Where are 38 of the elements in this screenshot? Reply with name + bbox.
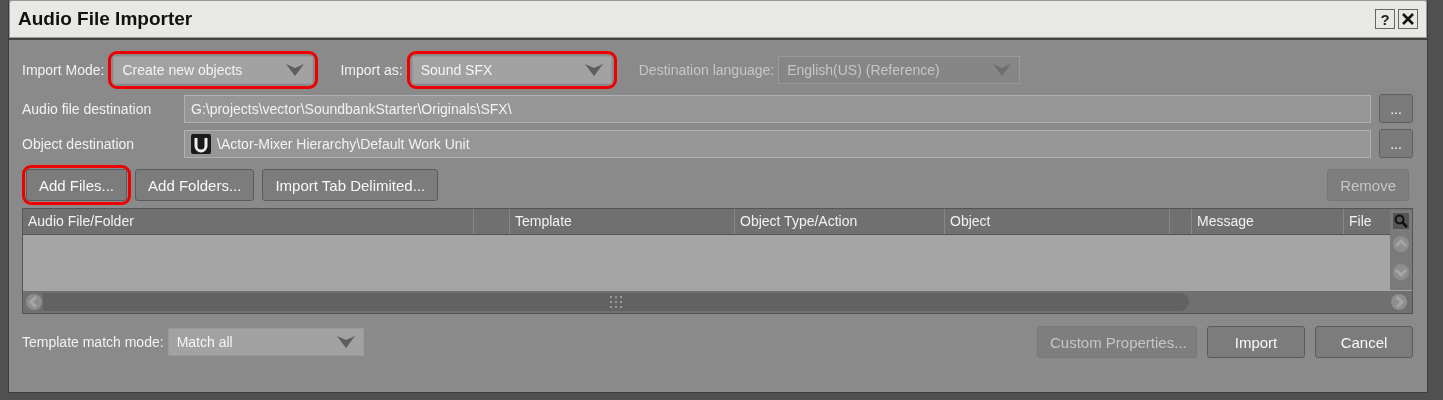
dialog-button[interactable]: Cancel xyxy=(1315,326,1413,358)
close-button[interactable] xyxy=(1398,9,1418,29)
scroll-left-icon[interactable] xyxy=(25,293,43,311)
toolbar-button[interactable]: Add Folders... xyxy=(135,169,255,201)
import-as-label: Import as: xyxy=(340,62,403,78)
destination-label: Object destination xyxy=(22,135,136,152)
column-header[interactable]: Object Type/Action xyxy=(734,209,944,234)
scrollbar-thumb[interactable] xyxy=(43,293,1189,311)
caret-icon xyxy=(993,64,1012,76)
scroll-down-icon[interactable] xyxy=(1392,263,1410,281)
import-mode-dropdown[interactable]: Create new objects xyxy=(113,56,314,84)
help-button[interactable]: ? xyxy=(1375,9,1395,29)
window-title: Audio File Importer xyxy=(18,8,194,30)
browse-button[interactable]: ... xyxy=(1379,129,1413,158)
toolbar-button[interactable]: Add Files... xyxy=(26,169,128,201)
caret-icon xyxy=(286,64,305,76)
column-header[interactable]: Template xyxy=(509,209,734,234)
column-header[interactable]: Object xyxy=(944,209,1169,234)
template-match-dropdown[interactable]: Match all xyxy=(167,328,364,356)
column-header[interactable]: Message xyxy=(1191,209,1343,234)
destination-label: Audio file destination xyxy=(22,100,153,117)
grip-icon xyxy=(610,296,622,308)
toolbar-button[interactable]: Import Tab Delimited... xyxy=(262,169,439,201)
scroll-up-icon[interactable] xyxy=(1392,235,1410,253)
import-mode-label: Import Mode: xyxy=(22,62,105,78)
destination-language-label: Destination language: xyxy=(638,62,775,78)
scroll-right-icon[interactable] xyxy=(1390,293,1408,311)
browse-button[interactable]: ... xyxy=(1379,94,1413,123)
template-match-label: Template match mode: xyxy=(22,334,164,350)
destination-field[interactable]: \Actor-Mixer Hierarchy\Default Work Unit xyxy=(184,129,1371,158)
column-header[interactable]: Audio File/Folder xyxy=(23,209,473,234)
caret-icon xyxy=(336,336,355,348)
destination-field[interactable]: G:\projects\vector\SoundbankStarter\Originals\SFX\ xyxy=(184,94,1371,123)
search-icon[interactable] xyxy=(1393,213,1409,229)
import-as-dropdown[interactable]: Sound SFX xyxy=(411,56,612,84)
caret-icon xyxy=(584,64,603,76)
dialog-button[interactable]: Import xyxy=(1207,326,1305,358)
work-unit-icon xyxy=(191,133,211,154)
